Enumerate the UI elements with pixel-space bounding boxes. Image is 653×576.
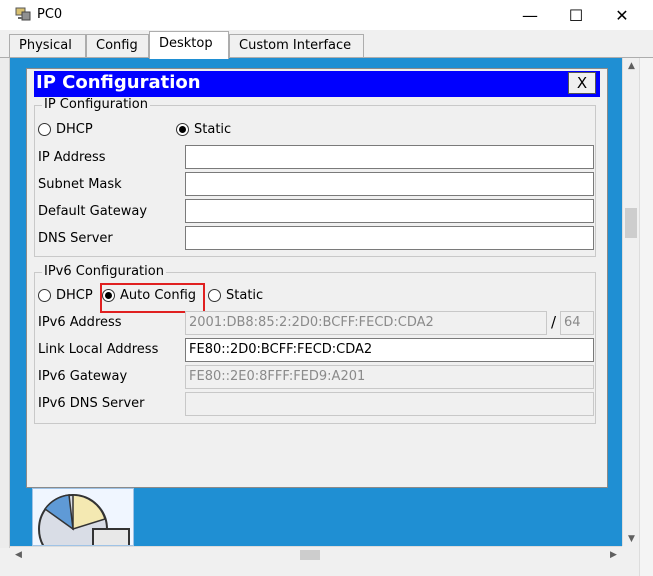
radio-unchecked-icon bbox=[38, 289, 51, 302]
radio-checked-icon bbox=[176, 123, 189, 136]
default-gateway-label: Default Gateway bbox=[38, 204, 148, 219]
radio-unchecked-icon bbox=[38, 123, 51, 136]
ipv6-gateway-input[interactable]: FE80::2E0:8FFF:FED9:A201 bbox=[185, 365, 594, 389]
radio-unchecked-icon bbox=[208, 289, 221, 302]
ipv6-dhcp-label: DHCP bbox=[56, 288, 93, 303]
ipv6-dns-server-input[interactable] bbox=[185, 392, 594, 416]
scroll-thumb[interactable] bbox=[625, 208, 637, 238]
ipv6-address-label: IPv6 Address bbox=[38, 315, 122, 330]
minimize-button[interactable]: — bbox=[507, 0, 553, 30]
maximize-icon: ☐ bbox=[568, 5, 584, 25]
ipv4-static-radio[interactable]: Static bbox=[176, 122, 231, 137]
scroll-left-arrow-icon[interactable]: ◀ bbox=[10, 547, 27, 564]
scroll-right-arrow-icon[interactable]: ▶ bbox=[605, 547, 622, 564]
desktop-horizontal-scrollbar[interactable]: ◀ ▶ bbox=[10, 546, 622, 563]
dialog-close-button[interactable]: X bbox=[568, 72, 596, 94]
close-icon: ✕ bbox=[615, 5, 629, 25]
dns-server-label: DNS Server bbox=[38, 231, 113, 246]
ipv4-static-label: Static bbox=[194, 122, 232, 137]
default-gateway-input[interactable] bbox=[185, 199, 594, 223]
maximize-button[interactable]: ☐ bbox=[553, 0, 599, 30]
pie-chart-icon bbox=[38, 494, 130, 545]
desktop-app-tile[interactable] bbox=[32, 488, 134, 546]
ipv4-legend: IP Configuration bbox=[42, 97, 150, 112]
subnet-mask-label: Subnet Mask bbox=[38, 177, 122, 192]
auto-config-highlight bbox=[100, 283, 205, 313]
desktop-vertical-scrollbar[interactable]: ▲ ▼ bbox=[622, 58, 639, 548]
scroll-up-arrow-icon[interactable]: ▲ bbox=[623, 58, 640, 75]
tab-physical[interactable]: Physical bbox=[9, 34, 86, 57]
pc-app-icon bbox=[15, 7, 31, 21]
dialog-title: IP Configuration bbox=[34, 71, 600, 97]
ipv6-address-input[interactable]: 2001:DB8:85:2:2D0:BCFF:FECD:CDA2 bbox=[185, 311, 547, 335]
ipv6-dns-server-label: IPv6 DNS Server bbox=[38, 396, 145, 411]
window-title: PC0 bbox=[37, 7, 63, 22]
prefix-separator: / bbox=[551, 313, 557, 331]
dns-server-input[interactable] bbox=[185, 226, 594, 250]
subnet-mask-input[interactable] bbox=[185, 172, 594, 196]
tab-config[interactable]: Config bbox=[86, 34, 149, 57]
ipv6-dhcp-radio[interactable]: DHCP bbox=[38, 288, 93, 303]
tab-custom-interface[interactable]: Custom Interface bbox=[229, 34, 364, 57]
ipv4-dhcp-label: DHCP bbox=[56, 122, 93, 137]
ipv6-static-label: Static bbox=[226, 288, 264, 303]
scroll-corner bbox=[622, 546, 639, 563]
ip-address-input[interactable] bbox=[185, 145, 594, 169]
background-window-edge bbox=[0, 58, 10, 548]
outer-vertical-scrollbar[interactable] bbox=[639, 58, 653, 576]
link-local-address-label: Link Local Address bbox=[38, 342, 159, 357]
scroll-thumb-horizontal[interactable] bbox=[300, 550, 320, 560]
minimize-icon: — bbox=[522, 5, 538, 25]
close-window-button[interactable]: ✕ bbox=[599, 0, 645, 30]
ip-address-label: IP Address bbox=[38, 150, 106, 165]
ipv4-dhcp-radio[interactable]: DHCP bbox=[38, 122, 93, 137]
ipv6-legend: IPv6 Configuration bbox=[42, 264, 166, 279]
link-local-address-input[interactable]: FE80::2D0:BCFF:FECD:CDA2 bbox=[185, 338, 594, 362]
tab-desktop[interactable]: Desktop bbox=[149, 31, 229, 59]
ipv6-prefix-input[interactable]: 64 bbox=[560, 311, 594, 335]
ipv6-static-radio[interactable]: Static bbox=[208, 288, 263, 303]
ipv6-gateway-label: IPv6 Gateway bbox=[38, 369, 128, 384]
